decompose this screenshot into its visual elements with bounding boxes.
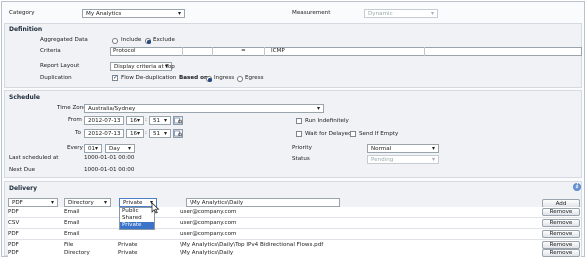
flow-dedup-label: Flow De-duplication bbox=[121, 75, 177, 81]
new-path-input[interactable]: \My Analytics\Daily bbox=[186, 198, 340, 207]
row-method: Directory bbox=[64, 250, 90, 256]
row-format: PDF bbox=[8, 209, 19, 215]
include-label: Include bbox=[121, 37, 142, 43]
from-label: From bbox=[68, 117, 82, 123]
remove-button[interactable]: Remove bbox=[542, 249, 580, 257]
exclude-radio[interactable] bbox=[145, 38, 151, 44]
category-select[interactable]: My Analytics bbox=[82, 9, 185, 18]
include-radio[interactable] bbox=[112, 38, 118, 44]
from-date-input[interactable]: 2012-07-13 bbox=[84, 116, 124, 125]
row-method: Email bbox=[64, 209, 80, 215]
run-indefinitely-label: Run Indefinitely bbox=[305, 118, 349, 124]
row-format: PDF bbox=[8, 231, 19, 237]
row-format: PDF bbox=[8, 250, 19, 256]
remove-button[interactable]: Remove bbox=[542, 219, 580, 227]
access-option-selected[interactable]: Private bbox=[120, 222, 154, 229]
report-layout-select[interactable]: Display criteria at Top bbox=[110, 62, 175, 71]
time-separator: : bbox=[145, 130, 147, 136]
calendar-icon bbox=[174, 117, 182, 124]
to-date-input[interactable]: 2012-07-13 bbox=[84, 129, 124, 138]
to-minute-select[interactable]: 51 bbox=[149, 129, 171, 138]
access-option[interactable]: Public bbox=[120, 208, 154, 215]
row-destination: \My Analytics\Daily bbox=[180, 250, 234, 256]
criteria-divider bbox=[264, 47, 265, 56]
criteria-builder[interactable] bbox=[110, 47, 582, 56]
mouse-cursor-icon bbox=[151, 202, 160, 214]
from-calendar-button[interactable] bbox=[173, 116, 183, 125]
status-select: Pending bbox=[367, 155, 439, 164]
row-destination: user@company.com bbox=[180, 209, 237, 215]
to-calendar-button[interactable] bbox=[173, 129, 183, 138]
schedule-title: Schedule bbox=[9, 94, 40, 101]
info-icon[interactable]: i bbox=[573, 183, 581, 191]
measurement-label: Measurement bbox=[292, 10, 331, 16]
time-zone-label: Time Zone bbox=[57, 105, 87, 111]
row-destination: user@company.com bbox=[180, 231, 237, 237]
new-format-select[interactable]: PDF bbox=[8, 198, 58, 207]
row-destination: user@company.com bbox=[180, 220, 237, 226]
from-minute-select[interactable]: 51 bbox=[149, 116, 171, 125]
egress-radio[interactable] bbox=[237, 76, 243, 82]
criteria-divider bbox=[424, 47, 425, 56]
access-dropdown-list[interactable]: Public Shared Private bbox=[119, 207, 155, 230]
row-method: Email bbox=[64, 220, 80, 226]
access-option[interactable]: Shared bbox=[120, 215, 154, 222]
calendar-icon bbox=[174, 130, 182, 137]
next-due-value: 1000-01-01 00:00 bbox=[84, 167, 135, 173]
priority-label: Priority bbox=[292, 145, 312, 151]
every-unit-select[interactable]: Day bbox=[105, 144, 135, 153]
last-scheduled-value: 1000-01-01 00:00 bbox=[84, 155, 135, 161]
egress-label: Egress bbox=[245, 75, 264, 81]
every-label: Every bbox=[67, 145, 83, 151]
ingress-radio[interactable] bbox=[206, 76, 212, 82]
remove-button[interactable]: Remove bbox=[542, 241, 580, 249]
duplication-label: Duplication bbox=[40, 75, 72, 81]
wait-delayed-checkbox[interactable] bbox=[296, 131, 302, 137]
criteria-operator[interactable]: = bbox=[241, 48, 246, 54]
definition-title: Definition bbox=[9, 26, 43, 33]
remove-button[interactable]: Remove bbox=[542, 208, 580, 216]
priority-select[interactable]: Normal bbox=[367, 144, 439, 153]
time-zone-select[interactable]: Australia/Sydney bbox=[84, 104, 324, 113]
table-row: CSV Email user@company.com Remove bbox=[8, 218, 581, 229]
exclude-label: Exclude bbox=[153, 37, 175, 43]
criteria-divider bbox=[212, 47, 213, 56]
criteria-divider bbox=[182, 47, 183, 56]
aggregated-label: Aggregated Data bbox=[40, 37, 88, 43]
flow-dedup-checkbox[interactable] bbox=[112, 74, 118, 81]
category-label: Category bbox=[9, 10, 35, 16]
delivery-title: Delivery bbox=[9, 185, 38, 192]
criteria-label: Criteria bbox=[40, 48, 61, 54]
from-hour-select[interactable]: 16 bbox=[126, 116, 144, 125]
ingress-label: Ingress bbox=[214, 75, 235, 81]
row-format: CSV bbox=[8, 220, 20, 226]
measurement-select[interactable]: Dynamic bbox=[364, 9, 438, 18]
every-number-select[interactable]: 01 bbox=[84, 144, 102, 153]
to-hour-select[interactable]: 16 bbox=[126, 129, 144, 138]
row-method: Email bbox=[64, 231, 80, 237]
last-scheduled-label: Last scheduled at bbox=[9, 155, 59, 161]
table-row: PDF Email user@company.com Remove bbox=[8, 207, 581, 218]
row-access: Private bbox=[118, 250, 138, 256]
table-row: PDF Email user@company.com Remove bbox=[8, 229, 581, 240]
criteria-value[interactable]: ICMP bbox=[271, 48, 285, 54]
send-if-empty-checkbox[interactable] bbox=[350, 131, 356, 137]
send-if-empty-label: Send If Empty bbox=[359, 131, 399, 137]
run-indefinitely-checkbox[interactable] bbox=[296, 118, 302, 124]
next-due-label: Next Due bbox=[9, 167, 36, 173]
based-on-label: Based on bbox=[179, 75, 208, 81]
time-separator: : bbox=[145, 117, 147, 123]
remove-button[interactable]: Remove bbox=[542, 230, 580, 238]
status-label: Status bbox=[292, 156, 310, 162]
table-row: PDF Directory Private \My Analytics\Dail… bbox=[8, 249, 581, 257]
to-label: To bbox=[75, 130, 81, 136]
report-layout-label: Report Layout bbox=[40, 63, 80, 69]
wait-delayed-label: Wait for Delayed bbox=[305, 131, 352, 137]
criteria-field[interactable]: Protocol bbox=[113, 48, 136, 54]
new-method-select[interactable]: Directory bbox=[64, 198, 111, 207]
